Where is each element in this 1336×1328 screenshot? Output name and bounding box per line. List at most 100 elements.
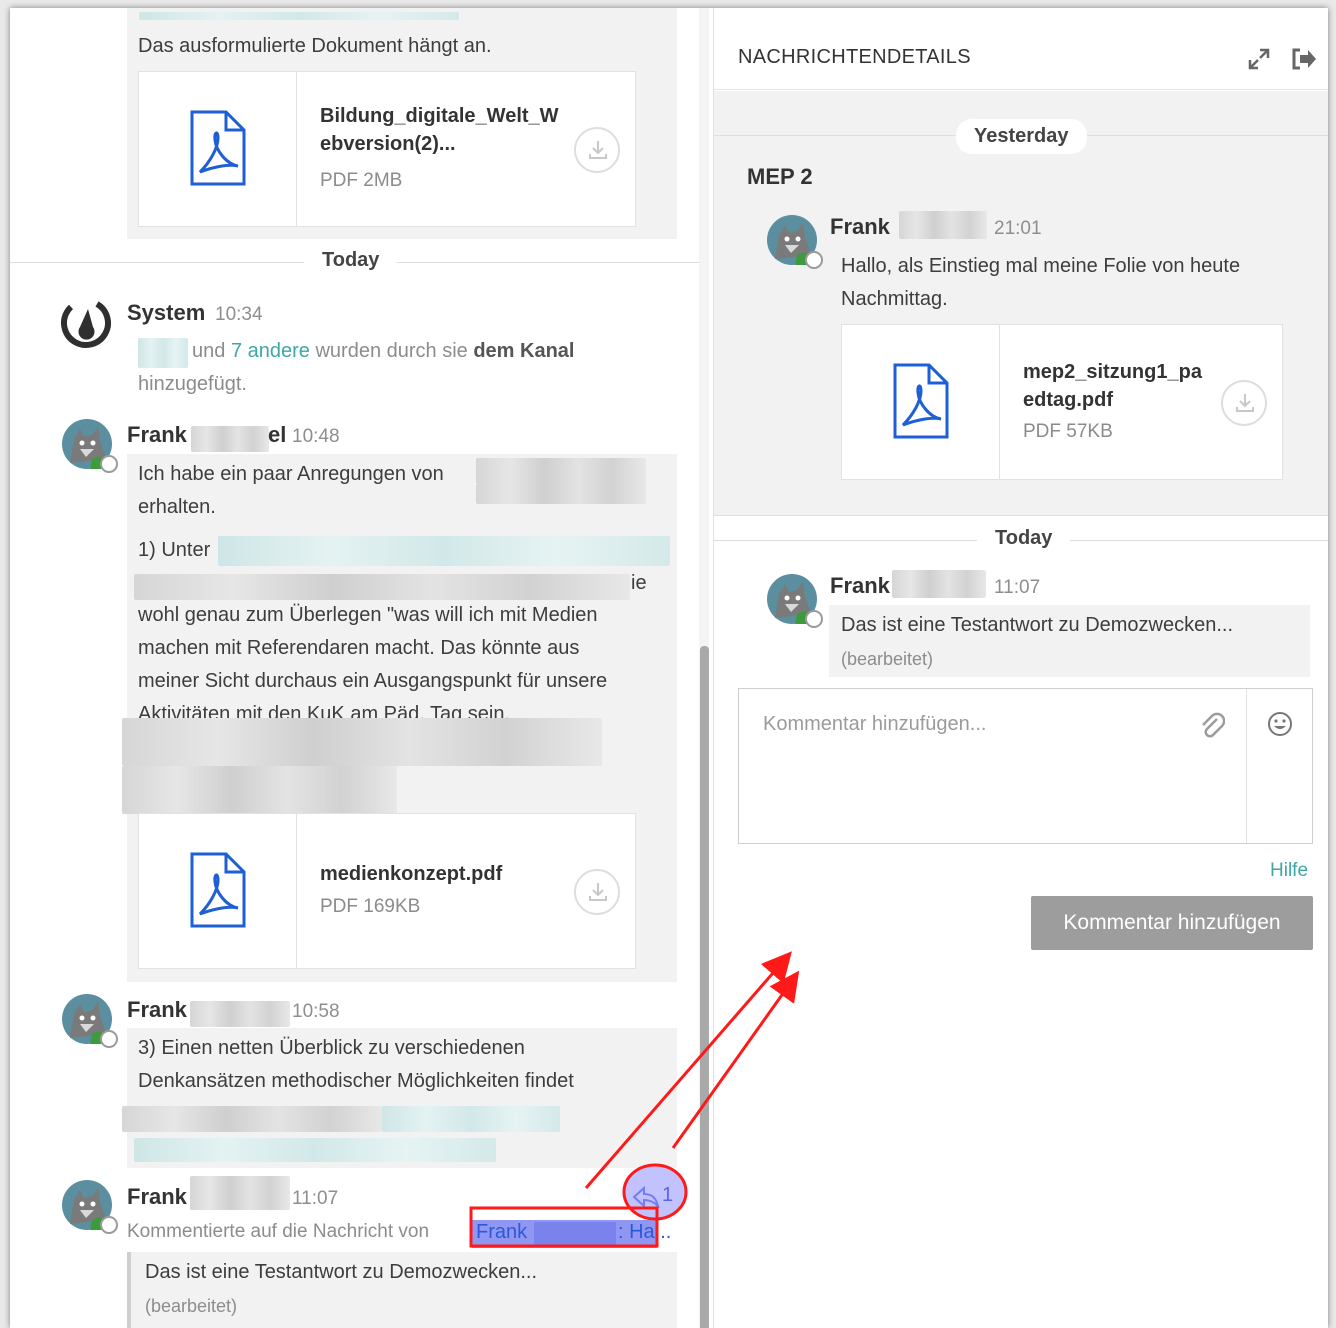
status-indicator	[100, 1030, 118, 1048]
expand-icon[interactable]	[1246, 46, 1272, 72]
post-text: Das ist eine Testantwort zu Demozwecken.…	[145, 1261, 538, 1283]
download-icon	[589, 883, 607, 901]
attachment-meta: PDF 57KB	[1023, 421, 1113, 442]
post-time[interactable]: 21:01	[994, 218, 1042, 240]
blurred-link	[134, 1138, 496, 1162]
attachment-thumbnail	[139, 814, 297, 968]
channel-name[interactable]: MEP 2	[747, 164, 813, 190]
blurred-username	[892, 570, 986, 598]
status-indicator	[100, 455, 118, 473]
attachment-name[interactable]: Bildung_digitale_Welt_W ebversion(2)...	[320, 102, 565, 158]
emoji-icon[interactable]	[1267, 711, 1293, 737]
system-message-line1: und 7 andere wurden durch sie dem Kanal	[192, 340, 575, 362]
download-button[interactable]	[574, 127, 620, 173]
post-text-line: ie	[631, 572, 647, 594]
status-indicator	[805, 610, 823, 628]
blurred-text	[134, 574, 630, 600]
post-username[interactable]: Frank	[127, 1184, 187, 1210]
post-text-line: wohl genau zum Überlegen "was will ich m…	[138, 604, 598, 626]
post-text-line: Denkansätzen methodischer Möglichkeiten …	[138, 1070, 574, 1092]
panel-header: NACHRICHTENDETAILS	[714, 8, 1328, 90]
avatar[interactable]	[767, 574, 823, 628]
post-text-line: Nachmittag.	[841, 288, 948, 310]
input-divider	[1246, 689, 1247, 843]
reply-count-button[interactable]: 1	[626, 1176, 686, 1216]
add-comment-button[interactable]: Kommentar hinzufügen	[1031, 896, 1313, 950]
status-indicator	[805, 251, 823, 269]
post-text-line: 1) Unter	[138, 539, 211, 561]
comment-placeholder: Kommentar hinzufügen...	[763, 713, 987, 735]
post-text-line: erhalten.	[138, 496, 216, 518]
help-link[interactable]: Hilfe	[1270, 860, 1308, 882]
panel-title: NACHRICHTENDETAILS	[738, 46, 971, 68]
post-username[interactable]: Frank	[830, 214, 890, 240]
blurred-text	[476, 458, 646, 484]
blurred-username	[190, 1176, 290, 1210]
attachment-meta: PDF 2MB	[320, 170, 403, 191]
scrollbar-thumb[interactable]	[700, 646, 709, 1328]
pdf-icon	[190, 110, 246, 186]
post-username[interactable]: System	[127, 300, 205, 326]
edited-label: (bearbeitet)	[145, 1296, 238, 1316]
blurred-text	[122, 766, 397, 814]
avatar[interactable]	[767, 215, 823, 269]
blurred-username	[534, 1222, 616, 1246]
post-username-tail: el	[268, 422, 287, 447]
post-text-line: Hallo, als Einstieg mal meine Folie von …	[841, 255, 1241, 277]
others-link[interactable]: 7 andere	[231, 340, 310, 362]
avatar[interactable]	[62, 994, 118, 1048]
attach-icon[interactable]	[1199, 711, 1225, 739]
avatar[interactable]	[62, 419, 118, 473]
blurred-username	[138, 338, 188, 368]
download-button[interactable]	[574, 869, 620, 915]
blurred-text	[139, 12, 459, 20]
close-panel-icon[interactable]	[1290, 46, 1318, 72]
post-time[interactable]: 10:48	[292, 426, 340, 448]
post-time[interactable]: 11:07	[994, 577, 1040, 599]
post-text-line: 3) Einen netten Überblick zu verschieden…	[138, 1037, 525, 1059]
attachment-thumbnail	[139, 72, 297, 226]
blurred-username	[899, 211, 987, 239]
blurred-link	[382, 1106, 560, 1132]
attachment-thumbnail	[842, 325, 1000, 479]
attachment-name[interactable]: mep2_sitzung1_pa edtag.pdf	[1023, 358, 1223, 414]
app-window: Das ausformulierte Dokument hängt an. Bi…	[10, 8, 1328, 1328]
download-icon	[589, 141, 607, 159]
post-username[interactable]: Frank	[127, 422, 187, 448]
file-attachment[interactable]: mep2_sitzung1_pa edtag.pdf PDF 57KB	[841, 324, 1283, 480]
post-text: Das ist eine Testantwort zu Demozwecken.…	[841, 614, 1234, 636]
blurred-text	[476, 484, 646, 504]
blurred-link	[218, 536, 670, 566]
file-attachment[interactable]: Bildung_digitale_Welt_W ebversion(2)... …	[138, 71, 636, 227]
pdf-icon	[893, 363, 949, 439]
post-username[interactable]: Frank	[127, 997, 187, 1023]
post-text: Das ausformulierte Dokument hängt an.	[138, 35, 492, 57]
post-username[interactable]: Frank	[830, 573, 890, 599]
system-message-line2: hinzugefügt.	[138, 373, 247, 395]
message-details-panel: NACHRICHTENDETAILS Yesterday MEP 2 Frank…	[713, 8, 1328, 1328]
pdf-icon	[190, 852, 246, 928]
date-separator-today: Today	[977, 527, 1071, 550]
post-time[interactable]: 10:34	[215, 304, 263, 326]
commented-on-prefix: Kommentierte auf die Nachricht von	[127, 1221, 430, 1242]
date-separator-yesterday: Yesterday	[956, 119, 1087, 154]
blurred-username	[191, 426, 269, 452]
reply-arrow-icon	[632, 1186, 660, 1208]
channel-message-list: Das ausformulierte Dokument hängt an. Bi…	[10, 8, 710, 1328]
commented-on-link[interactable]: Frank : Ha...	[472, 1220, 671, 1248]
blurred-text	[122, 1106, 382, 1132]
blurred-username	[190, 1001, 290, 1027]
avatar[interactable]	[62, 1180, 118, 1234]
status-indicator	[100, 1216, 118, 1234]
comment-input[interactable]: Kommentar hinzufügen...	[738, 688, 1313, 844]
file-attachment[interactable]: medienkonzept.pdf PDF 169KB	[138, 813, 636, 969]
attachment-meta: PDF 169KB	[320, 896, 421, 917]
system-logo-icon	[61, 298, 111, 348]
edited-label: (bearbeitet)	[841, 649, 934, 669]
date-separator-today: Today	[304, 249, 398, 272]
post-time[interactable]: 11:07	[292, 1188, 338, 1210]
post-text-line: machen mit Referendaren macht. Das könnt…	[138, 637, 580, 659]
download-button[interactable]	[1221, 380, 1267, 426]
attachment-name[interactable]: medienkonzept.pdf	[320, 860, 565, 888]
post-time[interactable]: 10:58	[292, 1001, 340, 1023]
